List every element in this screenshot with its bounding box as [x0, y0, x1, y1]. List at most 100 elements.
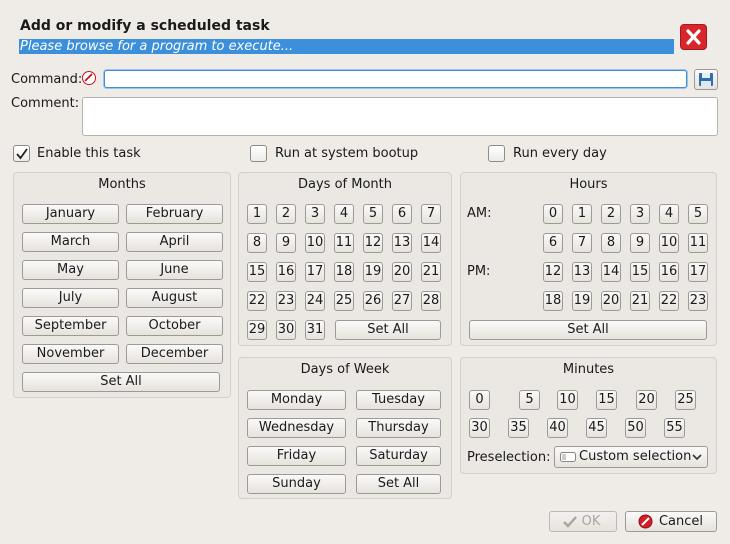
month-button-october[interactable]: October: [126, 316, 223, 336]
day-of-month-button-24[interactable]: 24: [305, 291, 325, 311]
minute-button-35[interactable]: 35: [508, 418, 529, 438]
day-of-month-button-14[interactable]: 14: [421, 233, 441, 253]
day-of-month-button-17[interactable]: 17: [305, 262, 325, 282]
day-of-week-button-saturday[interactable]: Saturday: [356, 446, 441, 466]
day-of-week-button-monday[interactable]: Monday: [247, 390, 346, 410]
close-button[interactable]: [680, 24, 707, 50]
minute-button-20[interactable]: 20: [636, 390, 657, 410]
day-of-month-button-21[interactable]: 21: [421, 262, 441, 282]
day-of-month-button-18[interactable]: 18: [334, 262, 354, 282]
minute-button-10[interactable]: 10: [557, 390, 578, 410]
month-button-february[interactable]: February: [126, 204, 223, 224]
day-of-month-button-27[interactable]: 27: [392, 291, 412, 311]
month-button-december[interactable]: December: [126, 344, 223, 364]
day-of-month-button-3[interactable]: 3: [305, 204, 325, 224]
hour-button-17[interactable]: 17: [688, 262, 708, 282]
day-of-month-button-31[interactable]: 31: [305, 320, 325, 340]
day-of-month-button-8[interactable]: 8: [247, 233, 267, 253]
days-of-week-set-all-button[interactable]: Set All: [356, 474, 441, 494]
month-button-may[interactable]: May: [22, 260, 119, 280]
month-button-march[interactable]: March: [22, 232, 119, 252]
day-of-week-button-sunday[interactable]: Sunday: [247, 474, 346, 494]
enable-task-checkbox[interactable]: [13, 145, 30, 162]
hour-button-10[interactable]: 10: [659, 233, 679, 253]
month-button-august[interactable]: August: [126, 288, 223, 308]
hour-button-20[interactable]: 20: [601, 291, 621, 311]
day-of-month-button-29[interactable]: 29: [247, 320, 267, 340]
hours-set-all-button[interactable]: Set All: [469, 320, 707, 340]
minute-button-30[interactable]: 30: [469, 418, 490, 438]
month-button-april[interactable]: April: [126, 232, 223, 252]
hour-button-21[interactable]: 21: [630, 291, 650, 311]
hour-button-19[interactable]: 19: [572, 291, 592, 311]
day-of-month-button-7[interactable]: 7: [421, 204, 441, 224]
day-of-week-button-friday[interactable]: Friday: [247, 446, 346, 466]
day-of-month-button-5[interactable]: 5: [363, 204, 383, 224]
month-button-september[interactable]: September: [22, 316, 119, 336]
hour-button-14[interactable]: 14: [601, 262, 621, 282]
months-set-all-button[interactable]: Set All: [22, 372, 220, 392]
hour-button-2[interactable]: 2: [601, 204, 621, 224]
hour-button-1[interactable]: 1: [572, 204, 592, 224]
day-of-month-button-26[interactable]: 26: [363, 291, 383, 311]
browse-button[interactable]: [694, 69, 718, 90]
hour-button-13[interactable]: 13: [572, 262, 592, 282]
hour-button-6[interactable]: 6: [543, 233, 563, 253]
command-input[interactable]: [104, 70, 687, 88]
run-at-bootup-checkbox[interactable]: [250, 145, 267, 162]
day-of-month-button-11[interactable]: 11: [334, 233, 354, 253]
day-of-month-button-4[interactable]: 4: [334, 204, 354, 224]
day-of-week-button-wednesday[interactable]: Wednesday: [247, 418, 346, 438]
preselection-dropdown[interactable]: Custom selection: [554, 446, 708, 468]
hour-button-9[interactable]: 9: [630, 233, 650, 253]
hour-button-11[interactable]: 11: [688, 233, 708, 253]
day-of-month-button-12[interactable]: 12: [363, 233, 383, 253]
day-of-week-button-thursday[interactable]: Thursday: [356, 418, 441, 438]
minute-button-0[interactable]: 0: [469, 390, 490, 410]
day-of-month-button-6[interactable]: 6: [392, 204, 412, 224]
days-of-month-set-all-button[interactable]: Set All: [335, 320, 441, 340]
day-of-month-button-1[interactable]: 1: [247, 204, 267, 224]
run-every-day-checkbox[interactable]: [488, 145, 505, 162]
day-of-month-button-23[interactable]: 23: [276, 291, 296, 311]
minute-button-50[interactable]: 50: [625, 418, 646, 438]
hour-button-15[interactable]: 15: [630, 262, 650, 282]
day-of-month-button-30[interactable]: 30: [276, 320, 296, 340]
day-of-week-button-tuesday[interactable]: Tuesday: [356, 390, 441, 410]
comment-input[interactable]: [82, 97, 718, 136]
hour-button-18[interactable]: 18: [543, 291, 563, 311]
day-of-month-button-2[interactable]: 2: [276, 204, 296, 224]
hour-button-16[interactable]: 16: [659, 262, 679, 282]
cancel-button[interactable]: Cancel: [625, 511, 717, 532]
day-of-month-button-13[interactable]: 13: [392, 233, 412, 253]
hour-button-23[interactable]: 23: [688, 291, 708, 311]
month-button-july[interactable]: July: [22, 288, 119, 308]
minute-button-15[interactable]: 15: [596, 390, 617, 410]
clear-command-button[interactable]: [82, 71, 96, 85]
day-of-month-button-19[interactable]: 19: [363, 262, 383, 282]
day-of-month-button-25[interactable]: 25: [334, 291, 354, 311]
month-button-june[interactable]: June: [126, 260, 223, 280]
hour-button-8[interactable]: 8: [601, 233, 621, 253]
minute-button-5[interactable]: 5: [519, 390, 540, 410]
month-button-november[interactable]: November: [22, 344, 119, 364]
hour-button-22[interactable]: 22: [659, 291, 679, 311]
day-of-month-button-10[interactable]: 10: [305, 233, 325, 253]
ok-button[interactable]: OK: [549, 511, 617, 532]
day-of-month-button-15[interactable]: 15: [247, 262, 267, 282]
minute-button-40[interactable]: 40: [547, 418, 568, 438]
hour-button-5[interactable]: 5: [688, 204, 708, 224]
minute-button-25[interactable]: 25: [675, 390, 696, 410]
day-of-month-button-28[interactable]: 28: [421, 291, 441, 311]
day-of-month-button-20[interactable]: 20: [392, 262, 412, 282]
month-button-january[interactable]: January: [22, 204, 119, 224]
hour-button-0[interactable]: 0: [543, 204, 563, 224]
hour-button-7[interactable]: 7: [572, 233, 592, 253]
day-of-month-button-22[interactable]: 22: [247, 291, 267, 311]
day-of-month-button-16[interactable]: 16: [276, 262, 296, 282]
hour-button-12[interactable]: 12: [543, 262, 563, 282]
day-of-month-button-9[interactable]: 9: [276, 233, 296, 253]
hour-button-3[interactable]: 3: [630, 204, 650, 224]
minute-button-45[interactable]: 45: [586, 418, 607, 438]
minute-button-55[interactable]: 55: [664, 418, 685, 438]
